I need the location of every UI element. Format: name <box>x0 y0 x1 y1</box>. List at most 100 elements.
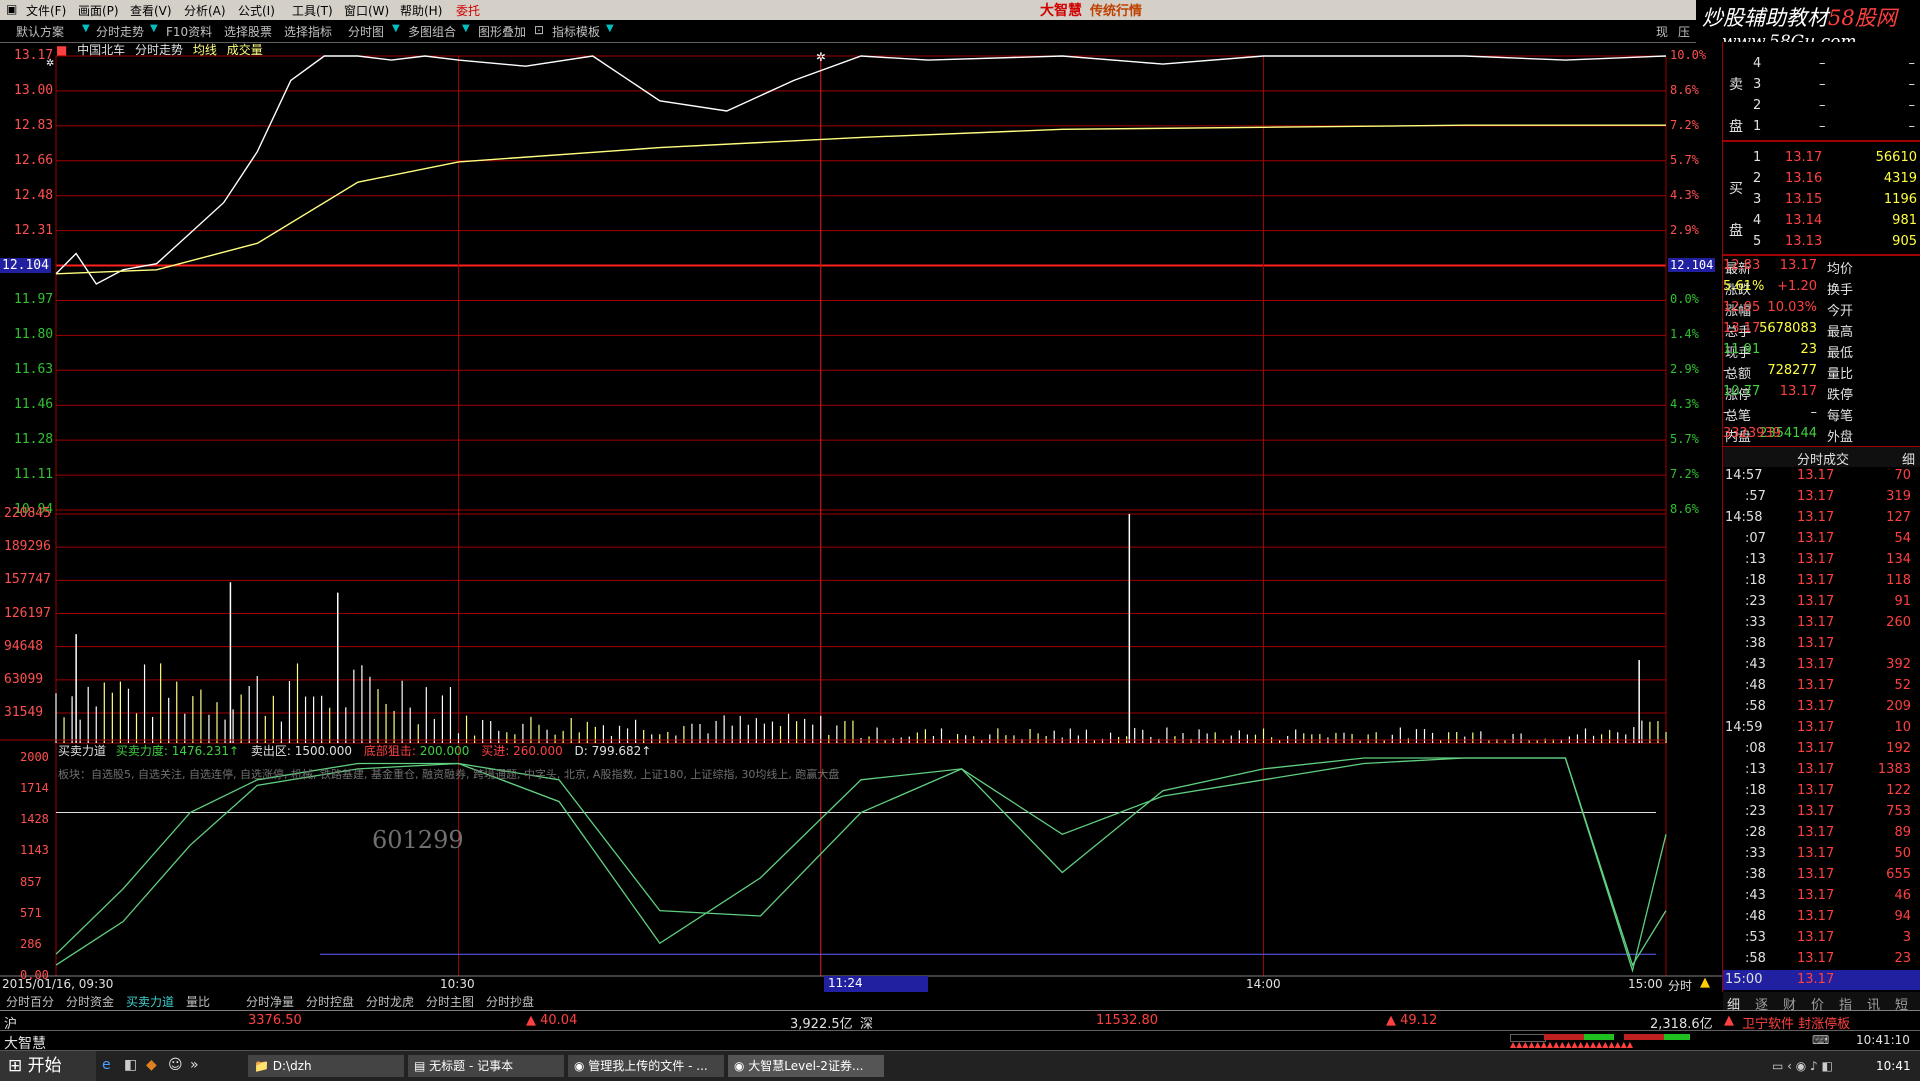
tick-volume: 46 <box>1894 888 1911 903</box>
keyboard-icon[interactable]: ⌨ <box>1812 1033 1829 1047</box>
indicator-param-key: D <box>575 744 584 758</box>
bid-volume: 905 <box>1892 234 1917 249</box>
tick-volume: 91 <box>1894 594 1911 609</box>
tray-icons[interactable]: ▭ ‹ ◉ ♪ ◧ <box>1772 1059 1833 1073</box>
tick-row: :1313.171383 <box>1723 760 1920 780</box>
ask-level: 2 <box>1753 98 1761 113</box>
quicklaunch-icon[interactable]: ◧ <box>124 1057 137 1073</box>
toolbar-now[interactable]: 现 <box>1656 23 1668 40</box>
indicator-tab[interactable]: 分时抄盘 <box>486 993 534 1010</box>
tick-time: :43 <box>1745 888 1766 903</box>
toolbar-f10[interactable]: F10资料 <box>166 23 212 40</box>
breadth-arrows: ▲▲▲▲▲▲▲▲▲▲▲▲▲▲▲▲▲▲▲▲ <box>1510 1042 1710 1048</box>
toolbar-indicator-template[interactable]: 指标模板 <box>552 23 600 40</box>
toolbar-timechart[interactable]: 分时图 <box>348 23 384 40</box>
ask-level: 1 <box>1753 119 1761 134</box>
quote-value: 10.77 <box>1723 384 1760 399</box>
menu-window[interactable]: 窗口(W) <box>344 2 389 19</box>
time-tick-1400: 14:00 <box>1246 977 1281 991</box>
tick-time: :38 <box>1745 636 1766 651</box>
legend-avg: 均线 <box>193 43 217 57</box>
chevron-down-icon[interactable]: ▼ <box>82 23 90 34</box>
tick-row: :2813.1789 <box>1723 823 1920 843</box>
toolbar-select-stock[interactable]: 选择股票 <box>224 23 272 40</box>
brand-name: 大智慧 <box>1040 3 1082 19</box>
ask-price: – <box>1819 77 1826 92</box>
task-notepad[interactable]: ▤ 无标题 - 记事本 <box>408 1055 564 1077</box>
bid-row: 413.14981 <box>1723 211 1920 231</box>
market-breadth-bar: ▲▲▲▲▲▲▲▲▲▲▲▲▲▲▲▲▲▲▲▲ <box>1510 1034 1710 1048</box>
bid-volume: 981 <box>1892 213 1917 228</box>
sz-change: ▲ 49.12 <box>1386 1013 1437 1028</box>
indicator-tab[interactable]: 分时主图 <box>426 993 474 1010</box>
task-dzh[interactable]: ◉ 大智慧Level-2证券... <box>728 1055 884 1077</box>
bid-row: 513.13905 <box>1723 232 1920 252</box>
quote-value: 728277 <box>1767 363 1817 378</box>
tick-time: :28 <box>1745 825 1766 840</box>
tick-row: :1313.17134 <box>1723 550 1920 570</box>
book-divider <box>1723 140 1920 142</box>
task-folder[interactable]: 📁 D:\dzh <box>248 1055 404 1077</box>
price-tick-label: 12.66 <box>14 153 53 168</box>
quicklaunch-icon[interactable]: » <box>190 1057 199 1073</box>
menu-help[interactable]: 帮助(H) <box>400 2 442 19</box>
menu-trade[interactable]: 委托 <box>456 2 480 19</box>
tick-time: :08 <box>1745 741 1766 756</box>
menu-tools[interactable]: 工具(T) <box>292 2 333 19</box>
ask-level: 3 <box>1753 77 1761 92</box>
indicator-tab[interactable]: 分时净量 <box>246 993 294 1010</box>
app-icon[interactable]: ▣ <box>6 2 17 16</box>
tick-volume: 10 <box>1894 720 1911 735</box>
indicator-tab[interactable]: 分时龙虎 <box>366 993 414 1010</box>
menu-look[interactable]: 查看(V) <box>130 2 172 19</box>
chevron-down-icon[interactable]: ▼ <box>462 23 470 34</box>
indicator-tick-label: 571 <box>20 906 42 920</box>
quote-row: 总笔–每笔– <box>1723 403 1920 423</box>
indicator-tab[interactable]: 分时百分 <box>6 993 54 1010</box>
indicator-tab[interactable]: 买卖力道 <box>126 993 174 1010</box>
chevron-down-icon[interactable]: ▼ <box>606 23 614 34</box>
ie-icon[interactable]: e <box>102 1057 111 1073</box>
tick-time: :18 <box>1745 783 1766 798</box>
intraday-chart[interactable]: ✲✲ <box>0 0 1920 1010</box>
indicator-tab[interactable]: 分时资金 <box>66 993 114 1010</box>
tick-volume: 70 <box>1894 468 1911 483</box>
tick-time: :23 <box>1745 594 1766 609</box>
toolbar-multi-chart[interactable]: 多图组合 <box>408 23 456 40</box>
volume-tick-label: 157747 <box>4 572 51 587</box>
quicklaunch-icon[interactable]: ☺ <box>168 1057 183 1073</box>
menu-analyze[interactable]: 分析(A) <box>184 2 226 19</box>
toolbar-press[interactable]: 压 <box>1678 23 1690 40</box>
indicator-tab[interactable]: 分时控盘 <box>306 993 354 1010</box>
quicklaunch-icon[interactable]: ◆ <box>146 1057 157 1073</box>
tick-price: 13.17 <box>1797 552 1834 567</box>
menu-formula[interactable]: 公式(I) <box>238 2 275 19</box>
status-time: 10:41:10 <box>1856 1033 1910 1047</box>
chevron-down-icon[interactable]: ▼ <box>392 23 400 34</box>
menu-file[interactable]: 文件(F) <box>26 2 66 19</box>
tick-volume: 122 <box>1886 783 1911 798</box>
toolbar-scheme[interactable]: 默认方案 <box>16 23 64 40</box>
lock-icon[interactable]: ⊡ <box>534 23 544 37</box>
quote-value: – <box>1811 405 1818 420</box>
chevron-down-icon[interactable]: ▼ <box>150 23 158 34</box>
start-button[interactable]: ⊞ 开始 <box>0 1051 96 1081</box>
tick-time: :58 <box>1745 699 1766 714</box>
sh-change: ▲ 40.04 <box>526 1013 577 1028</box>
tick-time: :18 <box>1745 573 1766 588</box>
warning-icon[interactable]: ▲ <box>1700 975 1710 990</box>
toolbar-intraday[interactable]: 分时走势 <box>96 23 144 40</box>
indicator-tab[interactable]: 量比 <box>186 993 210 1010</box>
toolbar-overlay[interactable]: 图形叠加 <box>478 23 526 40</box>
pct-tick-label: 8.6% <box>1670 83 1699 97</box>
quote-key: 换手 <box>1827 279 1853 298</box>
price-tick-label: 11.80 <box>14 327 53 342</box>
quote-row: 内盘2354144外盘3323939 <box>1723 424 1920 444</box>
quote-value: 13.17 <box>1723 321 1760 336</box>
tick-row: :3813.17 <box>1723 634 1920 654</box>
task-browser[interactable]: ◉ 管理我上传的文件 - ... <box>568 1055 724 1077</box>
toolbar-select-indicator[interactable]: 选择指标 <box>284 23 332 40</box>
watermark-text-b: 58股网 <box>1828 6 1897 30</box>
menu-view[interactable]: 画面(P) <box>78 2 119 19</box>
ticks-header: 分时成交细 <box>1723 446 1920 467</box>
